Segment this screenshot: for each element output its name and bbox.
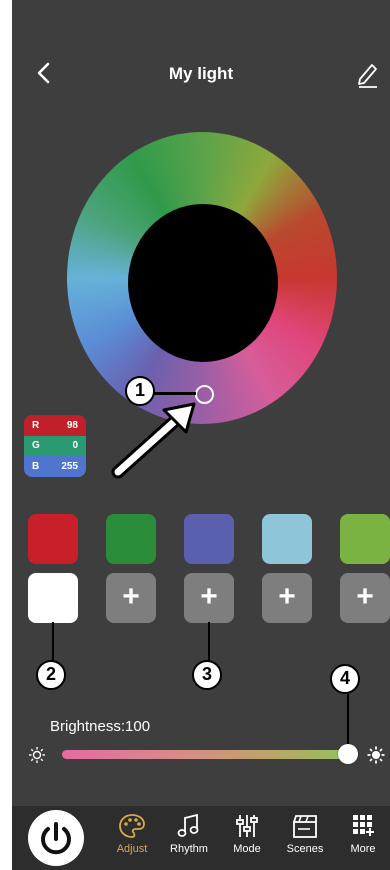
nav-mode[interactable]: Mode	[219, 812, 275, 870]
brightness-slider-thumb[interactable]	[338, 744, 358, 764]
preset-swatch-lime[interactable]	[340, 514, 390, 564]
callout-2: 2	[36, 660, 66, 690]
music-note-icon	[177, 813, 199, 837]
rgb-green-row: G 0	[24, 435, 86, 457]
green-label: G	[32, 440, 40, 452]
nav-scenes-label: Scenes	[286, 843, 324, 855]
nav-more[interactable]: More	[335, 812, 390, 870]
nav-rhythm-label: Rhythm	[170, 843, 208, 855]
pointer-arrow-icon	[111, 402, 196, 479]
preset-swatch-red[interactable]	[28, 514, 78, 564]
nav-scenes[interactable]: Scenes	[277, 812, 333, 870]
app-screen: My light 1 R 98 G 0 B 255 + + + + 2 3 4 …	[12, 0, 390, 870]
add-custom-color-button[interactable]: +	[340, 573, 390, 623]
nav-adjust-label: Adjust	[116, 843, 148, 855]
preset-swatch-green[interactable]	[106, 514, 156, 564]
nav-more-label: More	[350, 843, 376, 855]
nav-rhythm[interactable]: Rhythm	[161, 812, 217, 870]
add-custom-color-button[interactable]: +	[106, 573, 156, 623]
preset-swatch-indigo[interactable]	[184, 514, 234, 564]
red-label: R	[32, 419, 40, 431]
color-wheel-center	[128, 204, 278, 362]
header: My light	[12, 50, 390, 98]
pencil-icon	[358, 64, 377, 88]
add-custom-color-button[interactable]: +	[184, 573, 234, 623]
nav-mode-label: Mode	[233, 843, 261, 855]
sliders-icon	[236, 815, 258, 837]
brightness-high-icon	[367, 746, 385, 764]
brightness-low-icon	[29, 747, 45, 763]
callout-3-leader	[208, 622, 210, 662]
red-value: 98	[66, 419, 78, 431]
rgb-red-row: R 98	[24, 415, 86, 436]
clapperboard-icon	[293, 815, 317, 838]
add-custom-color-button[interactable]: +	[262, 573, 312, 623]
callout-2-leader	[52, 622, 54, 662]
custom-swatch-white[interactable]	[28, 573, 78, 623]
callout-1-leader	[152, 392, 196, 395]
nav-adjust[interactable]: Adjust	[104, 812, 160, 870]
rgb-blue-row: B 255	[24, 456, 86, 477]
brightness-slider[interactable]	[62, 750, 348, 759]
edit-button[interactable]	[355, 60, 381, 88]
blue-label: B	[32, 460, 40, 472]
callout-3: 3	[192, 660, 222, 690]
blue-value: 255	[61, 460, 78, 472]
preset-swatch-light-blue[interactable]	[262, 514, 312, 564]
green-value: 0	[72, 440, 78, 452]
grid-plus-icon	[353, 815, 374, 836]
rgb-value-badge: R 98 G 0 B 255	[24, 415, 86, 477]
bottom-nav: Adjust Rhythm Mode Scenes More	[12, 806, 390, 870]
callout-4-leader	[347, 694, 349, 746]
power-icon	[41, 822, 71, 855]
power-button[interactable]	[28, 810, 84, 866]
palette-icon	[119, 814, 145, 838]
page-title: My light	[168, 64, 234, 83]
brightness-label: Brightness:100	[50, 718, 151, 735]
callout-4: 4	[330, 664, 360, 694]
